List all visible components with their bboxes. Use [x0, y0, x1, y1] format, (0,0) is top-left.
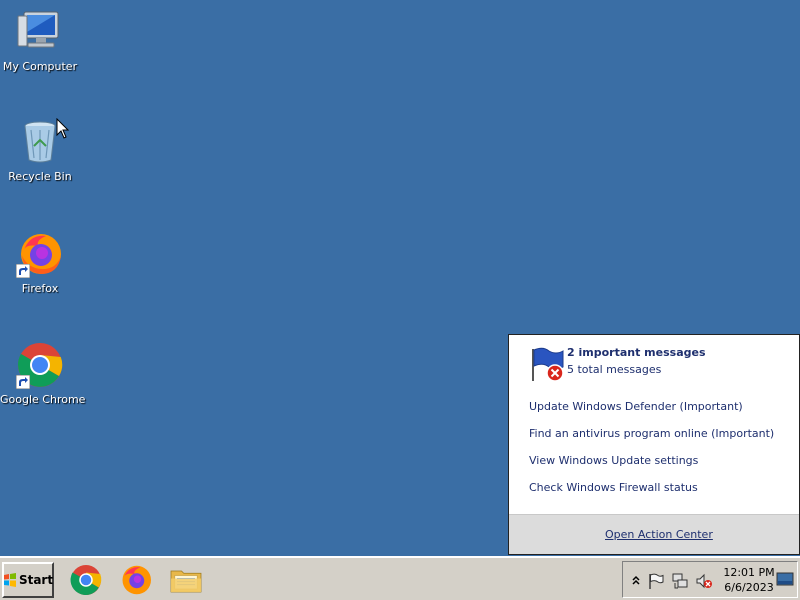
action-center-footer: Open Action Center [509, 514, 799, 554]
clock[interactable]: 12:01 PM 6/6/2023 [721, 565, 777, 595]
desktop-icon-google-chrome[interactable]: Google Chrome [0, 341, 86, 406]
show-desktop-icon[interactable] [776, 572, 794, 588]
chrome-icon [16, 341, 64, 389]
show-hidden-icons-chevron-icon[interactable] [627, 572, 645, 590]
taskbar: Start 12:01 PM 6/6/2023 [0, 556, 800, 600]
desktop-icon-firefox[interactable]: Firefox [0, 230, 80, 295]
clock-time: 12:01 PM [723, 566, 775, 579]
action-center-links: Update Windows Defender (Important) Find… [529, 400, 774, 508]
link-find-antivirus[interactable]: Find an antivirus program online (Import… [529, 427, 774, 454]
start-label: Start [18, 573, 54, 587]
shortcut-arrow-icon [16, 375, 30, 389]
desktop-icon-label: My Computer [2, 60, 78, 73]
firefox-icon [16, 230, 64, 278]
taskbar-file-explorer-button[interactable] [168, 562, 204, 598]
windows-logo-icon [3, 573, 16, 587]
mouse-cursor-icon [56, 118, 70, 139]
chrome-icon [70, 565, 102, 595]
clock-date: 6/6/2023 [724, 581, 774, 594]
action-center-subtitle: 5 total messages [567, 363, 662, 376]
system-tray: 12:01 PM 6/6/2023 [622, 561, 798, 598]
action-center-popup: 2 important messages 5 total messages Up… [508, 334, 800, 555]
taskbar-chrome-button[interactable] [68, 562, 104, 598]
desktop-icon-label: Google Chrome [0, 393, 86, 406]
link-update-windows-defender[interactable]: Update Windows Defender (Important) [529, 400, 774, 427]
action-center-flag-error-icon [529, 345, 569, 385]
volume-muted-icon[interactable] [695, 572, 713, 590]
network-icon[interactable] [671, 572, 689, 590]
shortcut-arrow-icon [16, 264, 30, 278]
computer-icon [16, 8, 64, 56]
action-center-flag-icon[interactable] [647, 572, 665, 590]
link-firewall-status[interactable]: Check Windows Firewall status [529, 481, 774, 508]
desktop-icon-my-computer[interactable]: My Computer [0, 8, 80, 73]
taskbar-firefox-button[interactable] [118, 562, 154, 598]
link-windows-update-settings[interactable]: View Windows Update settings [529, 454, 774, 481]
desktop-icon-label: Firefox [21, 282, 59, 295]
desktop-icon-label: Recycle Bin [8, 170, 72, 183]
firefox-icon [122, 565, 151, 595]
desktop: My Computer Recycle Bin Firefox Google C… [0, 0, 800, 556]
open-action-center-link[interactable]: Open Action Center [605, 528, 713, 541]
start-button[interactable]: Start [2, 562, 54, 598]
file-explorer-icon [170, 570, 202, 593]
action-center-title: 2 important messages [567, 346, 706, 359]
